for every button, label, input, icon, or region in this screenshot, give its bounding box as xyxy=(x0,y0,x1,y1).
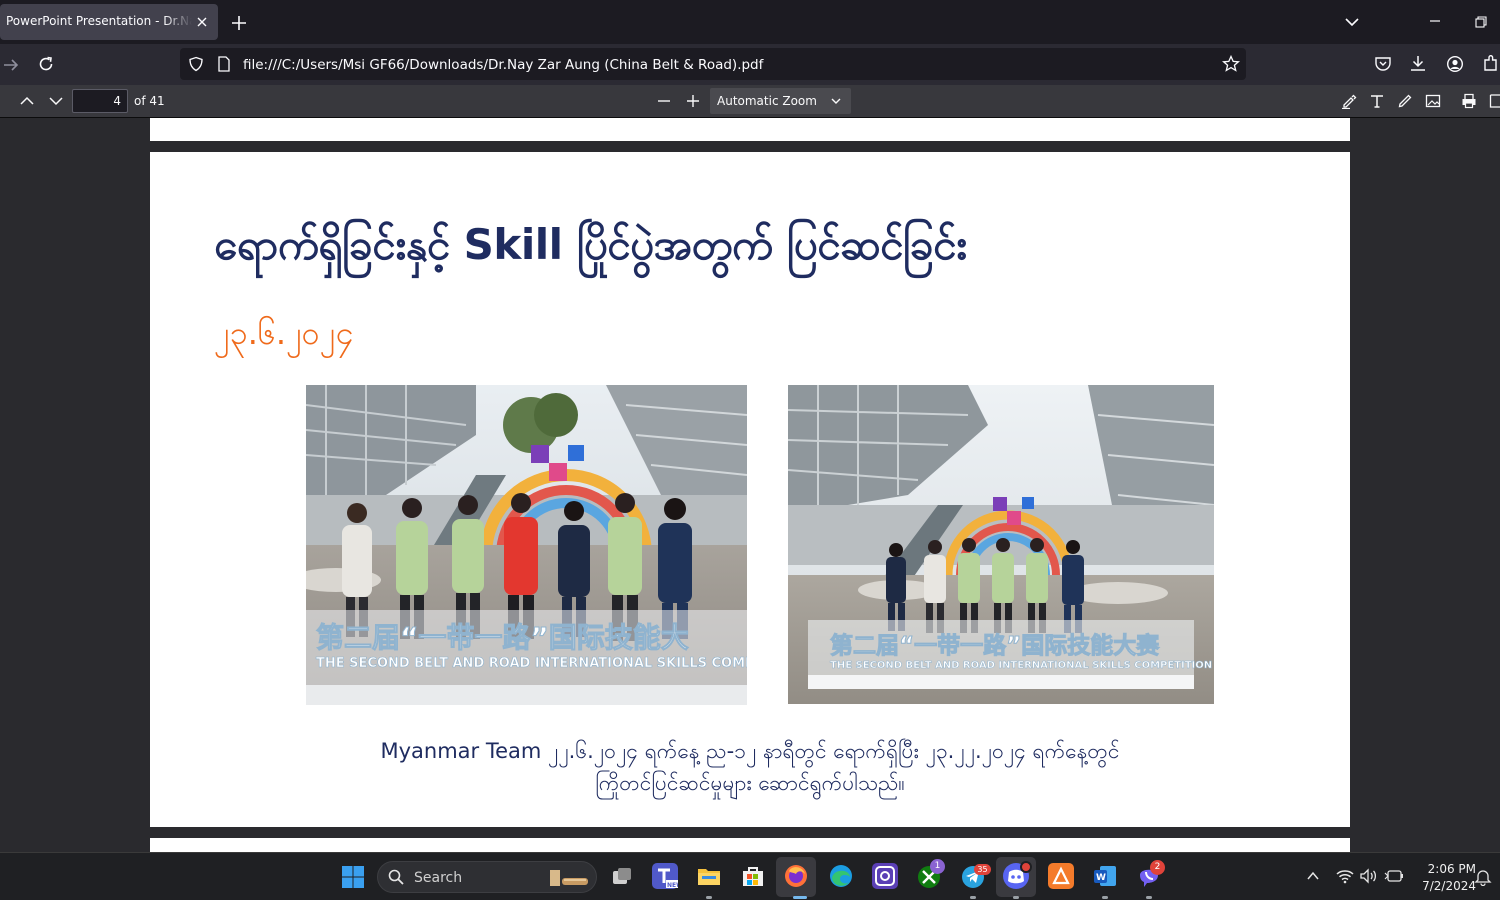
taskbar-search[interactable]: Search xyxy=(377,861,597,893)
forward-icon[interactable] xyxy=(2,56,20,74)
minimize-icon[interactable] xyxy=(1428,14,1442,28)
show-hidden-icons-icon[interactable] xyxy=(1306,869,1320,883)
active-indicator xyxy=(793,896,807,899)
notification-icon[interactable] xyxy=(1474,868,1492,886)
telegram-badge: 35 xyxy=(974,864,991,875)
running-indicator xyxy=(970,896,976,899)
microsoft-store-icon[interactable] xyxy=(740,863,766,889)
battery-icon[interactable] xyxy=(1384,869,1404,883)
navigation-bar: file:///C:/Users/Msi GF66/Downloads/Dr.N… xyxy=(0,44,1500,85)
search-icon xyxy=(388,869,404,885)
taskbar: Search NEW 1 35 W 2 xyxy=(0,852,1500,900)
design-app-icon[interactable] xyxy=(1048,863,1074,889)
photo-right-sign-cn: 第二届“一带一路”国际技能大赛 xyxy=(830,632,1160,659)
address-bar[interactable]: file:///C:/Users/Msi GF66/Downloads/Dr.N… xyxy=(180,48,1246,80)
reload-icon[interactable] xyxy=(37,55,55,73)
photo-left-sign-en: THE SECOND BELT AND ROAD INTERNATIONAL S… xyxy=(316,656,747,671)
file-explorer-icon[interactable] xyxy=(696,863,722,889)
new-tab-icon[interactable] xyxy=(230,14,248,32)
teams-icon[interactable]: NEW xyxy=(652,863,678,889)
zoom-out-icon[interactable] xyxy=(657,94,671,108)
edge-icon[interactable] xyxy=(828,863,854,889)
caption-line-1: Myanmar Team ၂၂.၆.၂၀၂၄ ရက်နေ့ ည-၁၂ နာရီတ… xyxy=(380,739,1120,763)
zoom-select[interactable]: Automatic Zoom xyxy=(710,88,851,114)
browser-tab[interactable]: PowerPoint Presentation - Dr.Nay Zar Aun… xyxy=(0,4,218,40)
wifi-icon[interactable] xyxy=(1336,868,1354,884)
vpn-app-icon[interactable] xyxy=(872,863,898,889)
previous-pdf-page xyxy=(150,118,1350,141)
search-highlight-icon xyxy=(546,868,592,888)
clock-time[interactable]: 2:06 PM xyxy=(1412,862,1476,876)
url-text: file:///C:/Users/Msi GF66/Downloads/Dr.N… xyxy=(243,57,764,73)
pdf-viewer[interactable]: ရောက်ရှိခြင်းနှင့် Skill ပြိုင်ပွဲအတွက် … xyxy=(0,118,1500,852)
viber-badge: 2 xyxy=(1150,860,1165,875)
page-number-input[interactable] xyxy=(72,89,128,113)
page-icon[interactable] xyxy=(217,56,231,72)
draw-icon[interactable] xyxy=(1397,93,1413,109)
next-page-icon[interactable] xyxy=(48,93,64,109)
save-icon[interactable] xyxy=(1489,93,1500,109)
highlight-icon[interactable] xyxy=(1341,93,1357,109)
task-view-icon[interactable] xyxy=(610,865,634,889)
word-icon[interactable]: W xyxy=(1092,863,1118,889)
restore-icon[interactable] xyxy=(1474,15,1488,29)
svg-text:W: W xyxy=(1096,873,1106,883)
pocket-icon[interactable] xyxy=(1374,55,1392,73)
image-icon[interactable] xyxy=(1425,93,1441,109)
volume-icon[interactable] xyxy=(1360,868,1378,884)
slide-caption: Myanmar Team ၂၂.၆.၂၀၂၄ ရက်နေ့ ည-၁၂ နာရီတ… xyxy=(270,735,1230,799)
bookmark-star-icon[interactable] xyxy=(1222,55,1240,73)
shield-icon[interactable] xyxy=(188,56,204,72)
running-indicator xyxy=(706,896,712,899)
chevron-down-icon xyxy=(830,96,842,106)
next-pdf-page xyxy=(150,838,1350,852)
extensions-icon[interactable] xyxy=(1482,54,1500,72)
pdf-page: ရောက်ရှိခြင်းနှင့် Skill ပြိုင်ပွဲအတွက် … xyxy=(150,152,1350,827)
running-indicator xyxy=(1013,896,1019,899)
page-count: of 41 xyxy=(134,94,165,108)
firefox-icon[interactable] xyxy=(783,863,809,889)
account-icon[interactable] xyxy=(1446,55,1464,73)
team-photo-left: 第二届“一带一路”国际技能大 THE SECOND BELT AND ROAD … xyxy=(306,385,747,705)
photo-left-sign-cn: 第二届“一带一路”国际技能大 xyxy=(316,621,689,654)
windows-start-icon[interactable] xyxy=(341,865,365,889)
slide-date: ၂၃.၆.၂၀၂၄ xyxy=(214,314,354,352)
text-icon[interactable] xyxy=(1369,93,1385,109)
previous-page-icon[interactable] xyxy=(19,93,35,109)
clock-date[interactable]: 7/2/2024 xyxy=(1402,879,1476,893)
photo-right-sign-en: THE SECOND BELT AND ROAD INTERNATIONAL S… xyxy=(830,660,1212,671)
team-photo-right: 第二届“一带一路”国际技能大赛 THE SECOND BELT AND ROAD… xyxy=(788,385,1214,704)
caption-line-2: ကြိုတင်ပြင်ဆင်မှုများ ဆောင်ရွက်ပါသည်။ xyxy=(595,771,905,795)
tab-title: PowerPoint Presentation - Dr.Nay Zar Aun… xyxy=(6,14,192,28)
zoom-in-icon[interactable] xyxy=(686,94,700,108)
search-label: Search xyxy=(414,870,463,886)
pdf-toolbar: of 41 Automatic Zoom xyxy=(0,85,1500,118)
zoom-value: Automatic Zoom xyxy=(717,94,817,108)
slide-title: ရောက်ရှိခြင်းနှင့် Skill ပြိုင်ပွဲအတွက် … xyxy=(214,220,967,269)
tab-bar: PowerPoint Presentation - Dr.Nay Zar Aun… xyxy=(0,0,1500,44)
discord-badge xyxy=(1020,861,1032,873)
running-indicator xyxy=(1102,896,1108,899)
xbox-badge: 1 xyxy=(930,859,945,874)
print-icon[interactable] xyxy=(1461,93,1477,109)
svg-text:NEW: NEW xyxy=(667,882,678,889)
downloads-icon[interactable] xyxy=(1409,54,1427,72)
running-indicator xyxy=(1146,896,1152,899)
close-icon[interactable] xyxy=(194,14,210,30)
list-tabs-icon[interactable] xyxy=(1344,14,1360,30)
